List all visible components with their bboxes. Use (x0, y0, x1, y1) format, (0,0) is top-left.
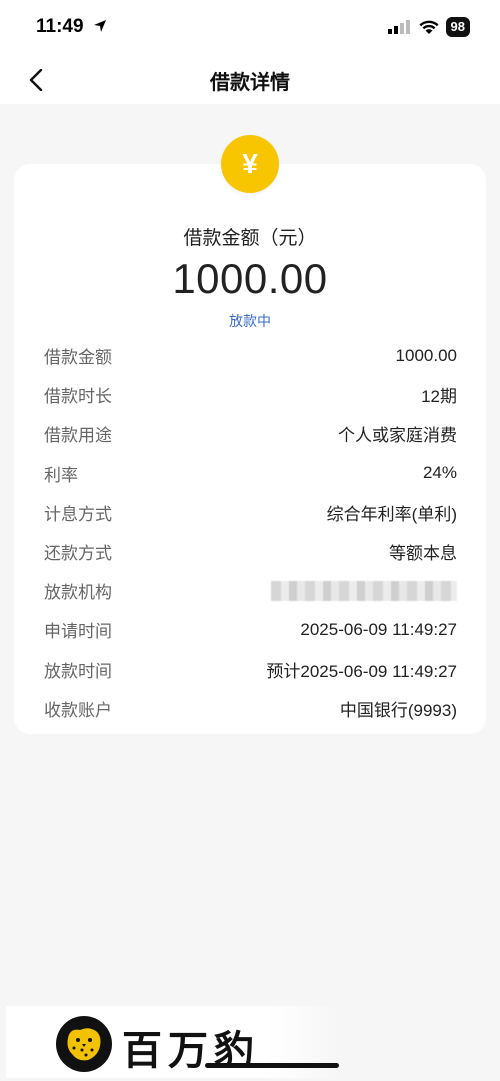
detail-value: 综合年利率(单利) (326, 504, 457, 524)
detail-label: 放款机构 (44, 583, 112, 603)
detail-row-loan-amount: 借款金额 1000.00 (44, 336, 457, 375)
detail-row-receiving-account: 收款账户 中国银行(9993) (44, 689, 457, 728)
loan-status: 放款中 (229, 313, 271, 329)
detail-label: 放款时间 (44, 661, 112, 681)
detail-label: 借款金额 (44, 348, 112, 368)
detail-label: 计息方式 (44, 504, 112, 524)
detail-row-loan-term: 借款时长 12期 (44, 375, 457, 414)
location-arrow-icon (94, 20, 106, 32)
detail-value: 等额本息 (389, 544, 457, 564)
detail-row-application-time: 申请时间 2025-06-09 11:49:27 (44, 610, 457, 649)
detail-row-interest-rate: 利率 24% (44, 454, 457, 493)
detail-label: 申请时间 (44, 622, 112, 642)
detail-value: 24% (422, 463, 457, 483)
detail-row-lending-institution: 放款机构 (44, 571, 457, 610)
detail-row-loan-purpose: 借款用途 个人或家庭消费 (44, 414, 457, 453)
detail-value: 预计2025-06-09 11:49:27 (266, 661, 457, 681)
home-indicator[interactable] (205, 1063, 339, 1068)
leopard-logo-icon (56, 1016, 112, 1072)
detail-label: 收款账户 (44, 700, 112, 720)
status-time: 11:49 (36, 16, 84, 37)
detail-label: 借款用途 (44, 426, 112, 446)
detail-label: 利率 (44, 465, 78, 485)
detail-label: 借款时长 (44, 387, 112, 407)
detail-value: 个人或家庭消费 (338, 426, 457, 446)
leopard-face-icon (67, 1028, 101, 1061)
yen-coin-icon: ¥ (221, 135, 279, 193)
detail-row-disbursement-time: 放款时间 预计2025-06-09 11:49:27 (44, 650, 457, 689)
amount-label: 借款金额（元） (183, 228, 317, 249)
navigation-bar: 借款详情 (0, 56, 500, 104)
amount-value: 1000.00 (172, 255, 328, 302)
detail-value: 12期 (421, 387, 457, 407)
cellular-signal-icon (387, 20, 410, 34)
detail-value: 1000.00 (395, 345, 457, 365)
detail-row-interest-method: 计息方式 综合年利率(单利) (44, 493, 457, 532)
wifi-icon (419, 20, 439, 34)
redacted-value (271, 580, 457, 601)
battery-level: 98 (445, 17, 470, 37)
detail-row-repayment-method: 还款方式 等额本息 (44, 532, 457, 571)
page-title: 借款详情 (210, 72, 290, 94)
status-bar: 11:49 98 (0, 0, 500, 56)
detail-label: 还款方式 (44, 544, 112, 564)
detail-value: 2025-06-09 11:49:27 (300, 619, 457, 639)
detail-list: 借款金额 1000.00 借款时长 12期 借款用途 个人或家庭消费 利率 24… (44, 336, 457, 728)
status-indicators: 98 (387, 17, 470, 37)
detail-value: 中国银行(9993) (339, 700, 457, 720)
